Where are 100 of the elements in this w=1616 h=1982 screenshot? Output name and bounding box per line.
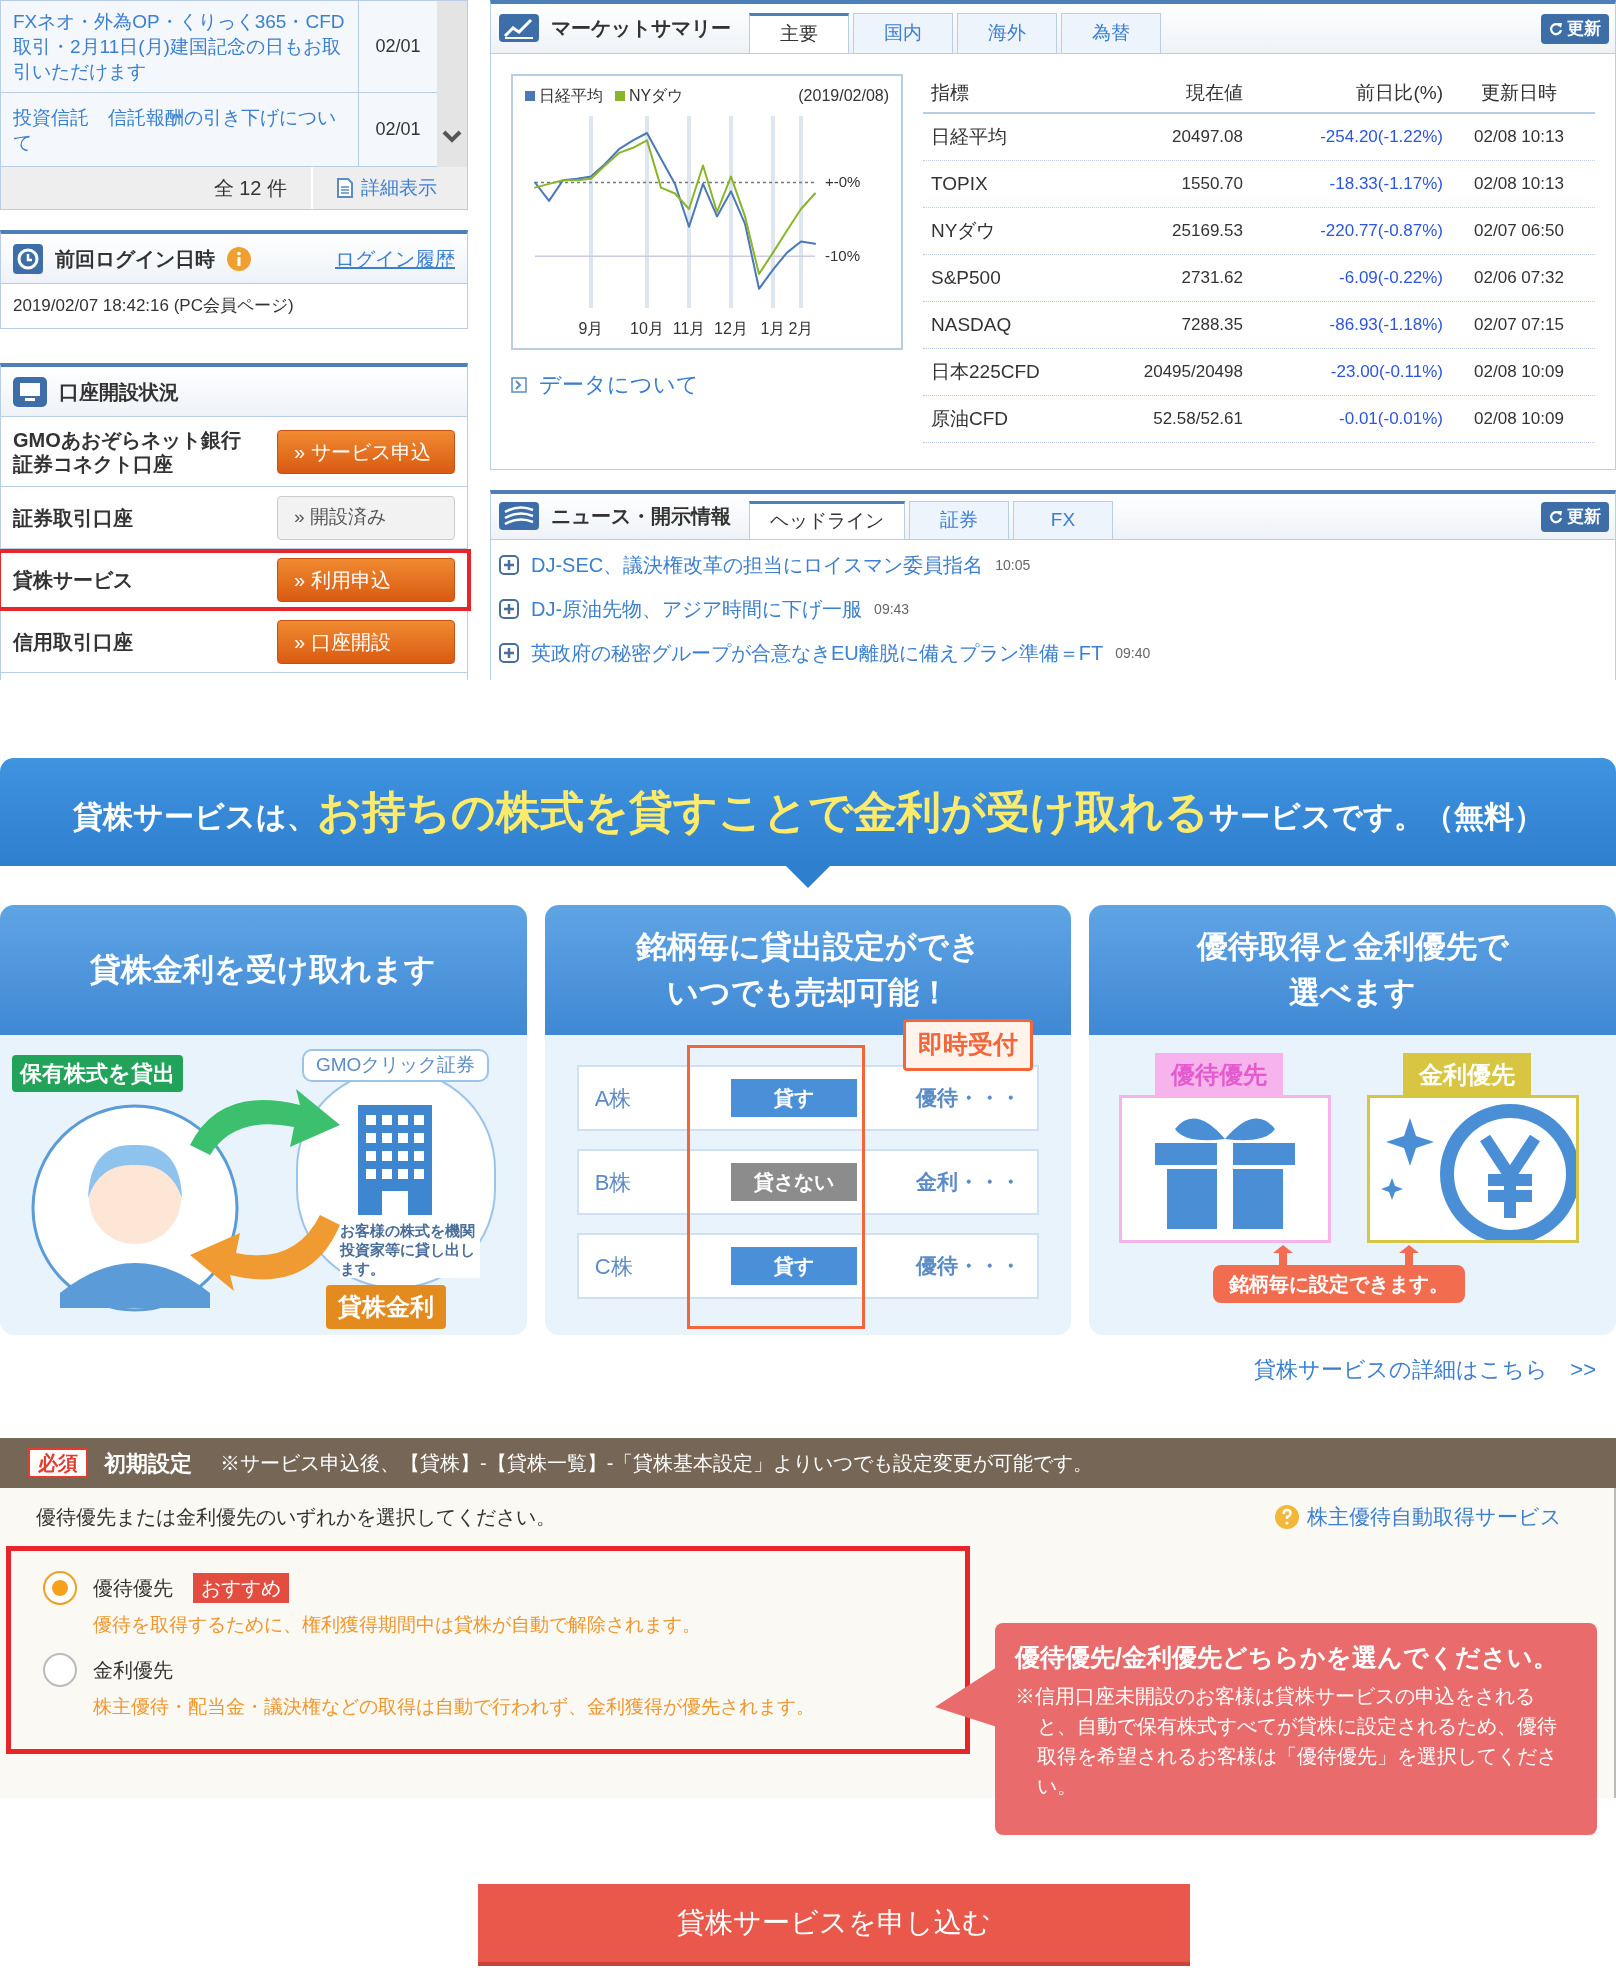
expand-icon[interactable] [499, 643, 519, 663]
document-icon [337, 178, 353, 198]
apply-button[interactable]: » サービス申込 [277, 429, 455, 474]
column-header: 現在値 [1185, 80, 1243, 105]
headline-time: 09:43 [874, 599, 910, 619]
table-cell-text: 原油CFD [930, 406, 1010, 431]
table-cell-text: -23.00(-0.11%) [1329, 361, 1443, 384]
account-label: 証券取引口座 [13, 505, 133, 530]
banner-text: 貸株サービスは、お持ちの株式を貸すことで金利が受け取れるサービスです。（無料） [72, 786, 1544, 838]
notice-link[interactable]: 投資信託 信託報酬の引き下げについて [1, 93, 359, 166]
table-cell-text: -86.93(-1.18%) [1328, 314, 1443, 337]
card-title: 銘柄毎に貸出設定ができ いつでも売却可能！ [635, 928, 981, 1012]
headline-link[interactable]: DJ-SEC、議決権改革の担当にロイスマン委員指名 [531, 550, 984, 580]
login-history-link[interactable]: ログイン履歴 [335, 243, 455, 274]
panel-title: 口座開設状況 [59, 379, 179, 405]
axis-label: 10月 [630, 320, 664, 337]
account-label: 信用取引口座 [13, 629, 133, 654]
table-cell-text: 日本225CFD [930, 359, 1041, 384]
table-cell-text: -6.09(-0.22%) [1338, 267, 1443, 290]
notice-date: 02/01 [374, 35, 422, 58]
headline-link[interactable]: 英政府の秘密グループが合意なきEU離脱に備えプラン準備＝FT [531, 638, 1104, 668]
lend-setting: 貸す [730, 1247, 857, 1285]
table-cell-text: 20497.08 [1171, 126, 1243, 149]
table-cell-text: 02/08 10:09 [1473, 408, 1565, 431]
table-cell-text: 日経平均 [930, 124, 1008, 149]
tab[interactable]: FX [1013, 501, 1113, 539]
table-cell-text: -18.33(-1.17%) [1328, 173, 1443, 196]
table-cell-text: 02/07 07:15 [1473, 314, 1565, 337]
required-badge: 必須 [28, 1448, 88, 1478]
tab[interactable]: 為替 [1061, 13, 1161, 53]
broker-label: GMOクリック証券 [302, 1049, 490, 1082]
tab[interactable]: ヘッドライン [749, 501, 905, 539]
table-cell-text: 02/07 06:50 [1473, 220, 1565, 243]
notice-link[interactable]: FXネオ・外為OP・くりっく365・CFD取引・2月11日(月)建国記念の日もお取引いただけます [1, 1, 359, 92]
preference-label: 優待・・・ [915, 1253, 1021, 1280]
item-count: 全 12 件 [1, 167, 313, 209]
card-title: 貸株金利を受け取れます [90, 951, 437, 989]
tab[interactable]: 海外 [957, 13, 1057, 53]
callout-body: ※信用口座未開設のお客様は貸株サービスの申込をされると、自動で保有株式すべてが貸株に設定されるため、優待取得を希望されるお客様は「優待優先」を選択してください。 [1015, 1683, 1558, 1799]
opened-button[interactable]: » 開設済み [277, 495, 455, 540]
lend-setting: 貸す [730, 1079, 857, 1117]
apply-button[interactable]: » 口座開設 [277, 619, 455, 664]
submit-button[interactable]: 貸株サービスを申し込む [478, 1884, 1190, 1966]
headline-time: 10:05 [995, 555, 1031, 575]
table-cell-text: 7288.35 [1180, 314, 1243, 337]
panel-title: 前回ログイン日時 [55, 246, 215, 272]
legend-label: NYダウ [629, 86, 684, 106]
table-cell-text: TOPIX [930, 171, 989, 196]
recommended-badge: おすすめ [193, 1572, 289, 1603]
help-icon [1275, 1505, 1299, 1529]
tab[interactable]: 主要 [749, 13, 849, 53]
column-header: 指標 [930, 80, 970, 105]
headline-time: 09:40 [1115, 643, 1151, 663]
scrollbar[interactable] [437, 1, 467, 167]
stock-label: C株 [594, 1252, 634, 1281]
table-cell-text: 1550.70 [1180, 173, 1243, 196]
details-link[interactable]: 貸株サービスの詳細はこちら >> [1254, 1353, 1596, 1386]
radio-button[interactable] [43, 1653, 77, 1687]
data-link[interactable]: データについて [511, 368, 903, 401]
axis-label: +-0% [825, 173, 861, 191]
yen-coin-icon [1367, 1095, 1580, 1243]
table-cell-text: 02/08 10:13 [1473, 126, 1565, 149]
account-label: GMOあおぞらネット銀行 証券コネクト口座 [13, 427, 241, 476]
lend-setting: 貸さない [730, 1163, 857, 1201]
preference-label: 優待・・・ [915, 1085, 1021, 1112]
axis-label: 11月 [672, 320, 706, 337]
chart-date: (2019/02/08) [798, 86, 889, 106]
tab[interactable]: 証券 [909, 501, 1009, 539]
help-link[interactable]: 株主優待自動取得サービス [1275, 1501, 1562, 1533]
legend-label: 日経平均 [539, 86, 603, 106]
headline-link[interactable]: DJ-原油先物、アジア時間に下げ一服 [531, 594, 863, 624]
stock-label: A株 [594, 1084, 633, 1113]
detail-link[interactable]: 詳細表示 [313, 167, 467, 209]
preference-label: 金利・・・ [915, 1169, 1021, 1196]
instruction-text: 優待優先または金利優先のいずれかを選択してください。 [36, 1505, 556, 1530]
option-description: 株主優待・配当金・議決権などの取得は自動で行われず、金利獲得が優先されます。 [92, 1695, 816, 1719]
table-cell-text: -0.01(-0.01%) [1338, 408, 1443, 431]
section-title: 初期設定 [104, 1449, 192, 1478]
tab[interactable]: 国内 [853, 13, 953, 53]
table-cell-text: 02/06 07:32 [1473, 267, 1565, 290]
axis-label: -10% [825, 247, 861, 265]
gift-icon [1119, 1095, 1332, 1243]
expand-icon[interactable] [499, 599, 519, 619]
clock-icon [13, 243, 43, 274]
section-note: ※サービス申込後、【貸株】-【貸株一覧】-「貸株基本設定」よりいつでも設定変更が可能です。 [220, 1451, 1094, 1476]
chevron-down-icon[interactable] [442, 129, 462, 143]
table-cell-text: 25169.53 [1171, 220, 1243, 243]
radio-button[interactable] [43, 1570, 77, 1605]
table-cell-text: NYダウ [930, 218, 997, 243]
callout-title: 優待優先/金利優先どちらかを選んでください。 [1015, 1642, 1559, 1673]
refresh-button[interactable]: 更新 [1541, 13, 1609, 44]
apply-button[interactable]: » 利用申込 [277, 558, 455, 602]
expand-icon[interactable] [499, 555, 519, 575]
table-cell-text: 20495/20498 [1142, 361, 1243, 384]
broker-note: お客様の株式を機関投資家等に貸し出します。 [340, 1221, 480, 1278]
instant-callout: 即時受付 [902, 1019, 1033, 1071]
refresh-button[interactable]: 更新 [1541, 501, 1609, 532]
refresh-icon [1549, 509, 1563, 524]
axis-label: 12月 [714, 320, 748, 337]
chart-icon [499, 14, 539, 42]
